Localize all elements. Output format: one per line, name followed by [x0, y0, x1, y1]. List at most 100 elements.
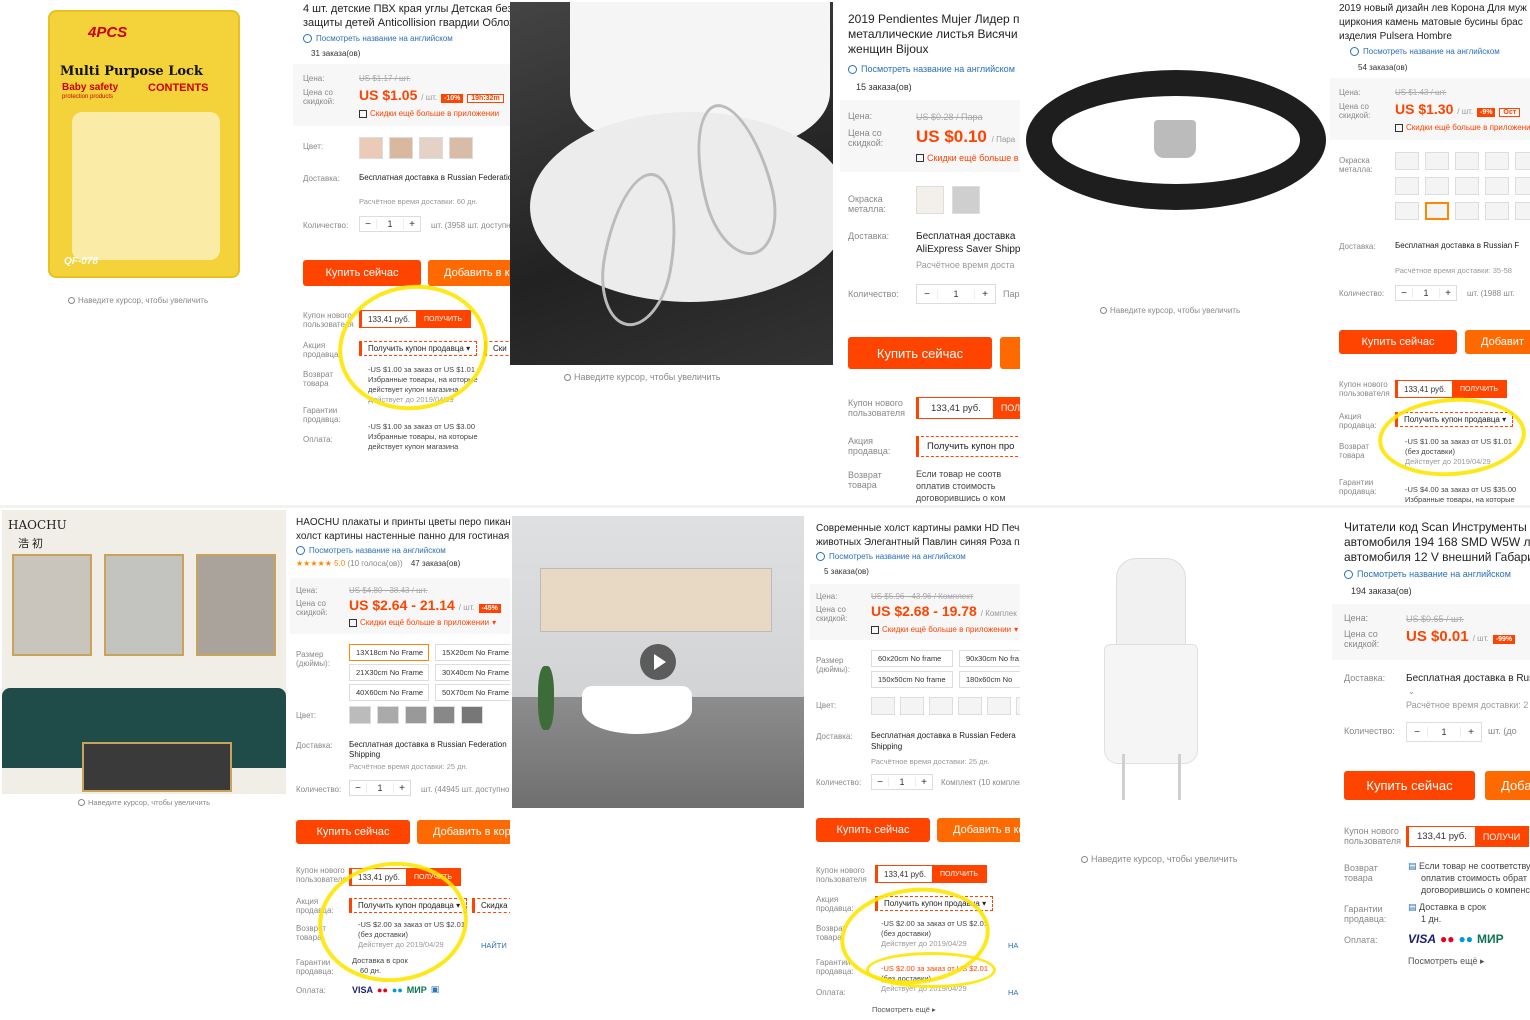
see-more-link[interactable]: Посмотреть ещё ▸: [872, 1005, 936, 1014]
app-discount-link[interactable]: Скидки ещё больше в приложении: [359, 109, 499, 118]
color-swatch[interactable]: [405, 706, 427, 724]
color-swatch[interactable]: [871, 697, 895, 715]
app-discount-link[interactable]: Скидки ещё больше в приложении: [916, 153, 1020, 163]
bracelet-swatch[interactable]: [1485, 177, 1509, 195]
quantity-minus-button[interactable]: −: [1396, 288, 1412, 299]
play-video-button[interactable]: [640, 644, 676, 680]
color-swatch[interactable]: [389, 137, 413, 159]
product-image-led[interactable]: [1096, 558, 1206, 808]
seller-coupon-dropdown[interactable]: Получить купон про: [916, 436, 1020, 457]
bracelet-swatch[interactable]: [1395, 177, 1419, 195]
bracelet-swatch[interactable]: [1395, 152, 1419, 170]
color-swatch[interactable]: [449, 137, 473, 159]
color-swatch[interactable]: [900, 697, 924, 715]
quantity-stepper[interactable]: − 1 +: [1406, 722, 1482, 742]
view-english-link[interactable]: Посмотреть название на английском: [1350, 47, 1500, 56]
bracelet-swatch[interactable]: [1455, 152, 1479, 170]
bracelet-swatch[interactable]: [1425, 177, 1449, 195]
delivery-value[interactable]: Бесплатная доставка: [916, 231, 1015, 242]
quantity-stepper[interactable]: − 1 +: [871, 774, 933, 790]
bracelet-swatch[interactable]: [1425, 202, 1449, 220]
quantity-plus-button[interactable]: +: [916, 777, 932, 788]
view-english-link[interactable]: Посмотреть название на английском: [848, 64, 1015, 74]
size-option[interactable]: 90x30cm No fra: [959, 650, 1020, 667]
view-english-link[interactable]: Посмотреть название на английском: [1344, 569, 1511, 579]
quantity-minus-button[interactable]: −: [1407, 727, 1427, 738]
quantity-plus-button[interactable]: +: [975, 289, 995, 300]
size-option[interactable]: 15X20cm No Frame: [435, 644, 510, 661]
delivery-value[interactable]: Бесплатная доставка в Russian F: [1395, 241, 1519, 250]
metal-swatch[interactable]: [916, 186, 944, 214]
buy-now-button[interactable]: Купить сейчас: [303, 260, 421, 286]
metal-swatch[interactable]: [952, 186, 980, 214]
app-discount-link[interactable]: Скидки ещё больше в приложении ▾: [871, 625, 1018, 634]
quantity-plus-button[interactable]: +: [1461, 727, 1481, 738]
delivery-dropdown-icon[interactable]: ⌄: [1408, 687, 1415, 696]
bracelet-swatch[interactable]: [1395, 202, 1419, 220]
quantity-minus-button[interactable]: −: [350, 783, 366, 794]
quantity-stepper[interactable]: − 1 +: [349, 780, 411, 796]
size-option[interactable]: 180x60cm No: [959, 671, 1020, 688]
quantity-input[interactable]: 1: [366, 783, 394, 793]
delivery-value[interactable]: Бесплатная доставка в Russ: [1406, 673, 1530, 684]
product-image-earrings[interactable]: [510, 2, 833, 365]
seller-promo-second[interactable]: Скидка U: [472, 898, 510, 913]
quantity-minus-button[interactable]: −: [360, 219, 376, 230]
color-swatch[interactable]: [419, 137, 443, 159]
bracelet-swatch[interactable]: [1485, 152, 1509, 170]
color-swatch[interactable]: [958, 697, 982, 715]
size-option[interactable]: 21X30cm No Frame: [349, 664, 429, 681]
buy-now-button[interactable]: Купить сейчас: [848, 337, 992, 369]
size-option[interactable]: 40X60cm No Frame: [349, 684, 429, 701]
buy-now-button[interactable]: Купить сейчас: [1344, 771, 1475, 800]
add-to-cart-button[interactable]: Добавить в корзину: [937, 818, 1020, 842]
quantity-minus-button[interactable]: −: [872, 777, 888, 788]
color-swatch[interactable]: [377, 706, 399, 724]
see-more-link[interactable]: Посмотреть ещё ▸: [1408, 956, 1485, 967]
app-discount-link[interactable]: Скидки ещё больше в приложении: [1395, 123, 1530, 132]
app-discount-link[interactable]: Скидки ещё больше в приложении ▾: [349, 618, 496, 627]
delivery-value[interactable]: Бесплатная доставка в Russian Federa: [871, 731, 1016, 740]
quantity-minus-button[interactable]: −: [917, 289, 937, 300]
add-to-cart-button[interactable]: Добавит: [1465, 330, 1530, 354]
add-to-cart-button[interactable]: Добавить в корзину: [417, 820, 510, 844]
add-to-cart-button[interactable]: Доба: [1485, 771, 1530, 800]
find-link-2[interactable]: НА: [1008, 988, 1018, 997]
bracelet-swatch[interactable]: [1425, 152, 1449, 170]
color-swatch[interactable]: [349, 706, 371, 724]
quantity-input[interactable]: 1: [376, 219, 404, 229]
view-english-link[interactable]: Посмотреть название на английском: [296, 546, 446, 555]
product-image-bracelet[interactable]: [1026, 70, 1326, 210]
quantity-plus-button[interactable]: +: [1440, 288, 1456, 299]
quantity-stepper[interactable]: − 1 +: [916, 284, 996, 304]
bracelet-swatch[interactable]: [1515, 177, 1530, 195]
bracelet-swatch[interactable]: [1455, 177, 1479, 195]
bracelet-swatch[interactable]: [1485, 202, 1509, 220]
color-swatch[interactable]: [433, 706, 455, 724]
product-image-package[interactable]: 4PCS Multi Purpose Lock Baby safety prot…: [48, 10, 240, 278]
color-swatch[interactable]: [461, 706, 483, 724]
quantity-stepper[interactable]: − 1 +: [359, 216, 421, 232]
buy-now-button[interactable]: Купить сейчас: [1339, 330, 1457, 354]
quantity-stepper[interactable]: − 1 +: [1395, 285, 1457, 301]
get-coupon-button[interactable]: ПОЛУЧИ: [1474, 827, 1529, 846]
add-to-cart-button[interactable]: [1000, 337, 1020, 369]
delivery-value[interactable]: Бесплатная доставка в Russian Federation: [359, 173, 510, 182]
rating[interactable]: ★★★★★ 5.0 (10 голоса(ов)) 47 заказа(ов): [296, 559, 460, 568]
buy-now-button[interactable]: Купить сейчас: [296, 820, 410, 844]
product-image-room[interactable]: HAOCHU 浩 初: [2, 510, 286, 794]
product-image-bathroom[interactable]: [512, 516, 804, 808]
color-swatch[interactable]: [929, 697, 953, 715]
bracelet-swatch[interactable]: [1515, 152, 1530, 170]
buy-now-button[interactable]: Купить сейчас: [816, 818, 930, 842]
view-english-link[interactable]: Посмотреть название на английском: [303, 34, 453, 43]
size-option[interactable]: 13X18cm No Frame: [349, 644, 429, 661]
add-to-cart-button[interactable]: Добавить в корзину: [428, 260, 510, 286]
get-coupon-button[interactable]: ПОЛУЧИТЬ: [1451, 381, 1506, 397]
find-link[interactable]: НАЙТИ: [481, 941, 507, 950]
delivery-value[interactable]: Бесплатная доставка в Russian Federation: [349, 740, 507, 749]
quantity-plus-button[interactable]: +: [404, 219, 420, 230]
find-link[interactable]: НА: [1008, 941, 1018, 950]
color-swatch[interactable]: [359, 137, 383, 159]
view-english-link[interactable]: Посмотреть название на английском: [816, 552, 966, 561]
